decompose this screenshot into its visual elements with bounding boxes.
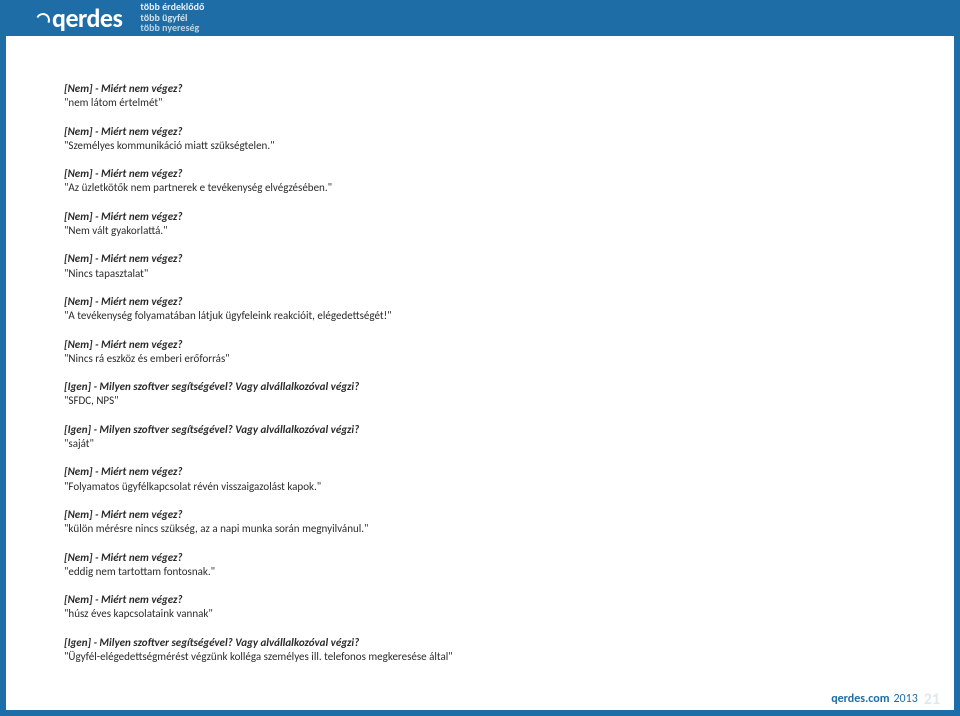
content-area: [Nem] - Miért nem végez? "nem látom érte… bbox=[6, 44, 954, 686]
qa-block: [Igen] - Milyen szoftver segítségével? V… bbox=[64, 423, 896, 452]
qa-question: [Nem] - Miért nem végez? bbox=[64, 551, 896, 565]
brand-name: qerdes bbox=[52, 2, 122, 34]
qa-block: [Nem] - Miért nem végez? "eddig nem tart… bbox=[64, 551, 896, 580]
qa-answer: "nem látom értelmét" bbox=[64, 96, 896, 110]
qa-question: [Nem] - Miért nem végez? bbox=[64, 82, 896, 96]
qa-block: [Nem] - Miért nem végez? "húsz éves kapc… bbox=[64, 593, 896, 622]
qa-question: [Nem] - Miért nem végez? bbox=[64, 338, 896, 352]
qa-question: [Nem] - Miért nem végez? bbox=[64, 252, 896, 266]
qa-block: [Igen] - Milyen szoftver segítségével? V… bbox=[64, 636, 896, 665]
qa-question: [Igen] - Milyen szoftver segítségével? V… bbox=[64, 423, 896, 437]
qa-block: [Nem] - Miért nem végez? "Az üzletkötők … bbox=[64, 167, 896, 196]
footer-page-number: 21 bbox=[924, 690, 940, 709]
qa-answer: "saját" bbox=[64, 437, 896, 451]
qa-question: [Igen] - Milyen szoftver segítségével? V… bbox=[64, 636, 896, 650]
qa-answer: "Nincs rá eszköz és emberi erőforrás" bbox=[64, 352, 896, 366]
qa-answer: "SFDC, NPS" bbox=[64, 394, 896, 408]
qa-answer: "Az üzletkötők nem partnerek e tevékenys… bbox=[64, 181, 896, 195]
qa-question: [Nem] - Miért nem végez? bbox=[64, 167, 896, 181]
qa-block: [Nem] - Miért nem végez? "Folyamatos ügy… bbox=[64, 465, 896, 494]
qa-answer: "A tevékenység folyamatában látjuk ügyfe… bbox=[64, 309, 896, 323]
tagline-line-3: több nyereség bbox=[140, 23, 204, 34]
qa-answer: "külön mérésre nincs szükség, az a napi … bbox=[64, 522, 896, 536]
brand-logo: qerdes bbox=[36, 2, 122, 34]
footer-year: 2013 bbox=[893, 692, 917, 706]
header-band: qerdes több érdeklődő több ügyfél több n… bbox=[6, 0, 954, 36]
qa-answer: "Nincs tapasztalat" bbox=[64, 267, 896, 281]
qa-block: [Nem] - Miért nem végez? "Nincs rá eszkö… bbox=[64, 338, 896, 367]
footer-text: qerdes.com 2013 bbox=[831, 692, 918, 706]
qa-answer: "eddig nem tartottam fontosnak." bbox=[64, 565, 896, 579]
qa-question: [Nem] - Miért nem végez? bbox=[64, 465, 896, 479]
footer: qerdes.com 2013 21 bbox=[6, 688, 954, 710]
qa-answer: "Ügyfél-elégedettségmérést végzünk kollé… bbox=[64, 650, 896, 664]
qa-question: [Nem] - Miért nem végez? bbox=[64, 295, 896, 309]
page-frame: qerdes több érdeklődő több ügyfél több n… bbox=[0, 0, 960, 716]
qa-block: [Nem] - Miért nem végez? "Személyes komm… bbox=[64, 125, 896, 154]
qa-answer: "Személyes kommunikáció miatt szükségtel… bbox=[64, 139, 896, 153]
tagline-box: több érdeklődő több ügyfél több nyereség bbox=[140, 2, 204, 34]
qa-block: [Nem] - Miért nem végez? "Nem vált gyako… bbox=[64, 210, 896, 239]
qa-block: [Nem] - Miért nem végez? "nem látom érte… bbox=[64, 82, 896, 111]
qa-answer: "Nem vált gyakorlattá." bbox=[64, 224, 896, 238]
qa-question: [Nem] - Miért nem végez? bbox=[64, 125, 896, 139]
qa-block: [Igen] - Milyen szoftver segítségével? V… bbox=[64, 380, 896, 409]
qa-block: [Nem] - Miért nem végez? "Nincs tapaszta… bbox=[64, 252, 896, 281]
qa-question: [Igen] - Milyen szoftver segítségével? V… bbox=[64, 380, 896, 394]
footer-brand: qerdes.com bbox=[831, 692, 889, 706]
qa-block: [Nem] - Miért nem végez? "A tevékenység … bbox=[64, 295, 896, 324]
qa-question: [Nem] - Miért nem végez? bbox=[64, 210, 896, 224]
qa-question: [Nem] - Miért nem végez? bbox=[64, 508, 896, 522]
qa-answer: "húsz éves kapcsolataink vannak" bbox=[64, 607, 896, 621]
qa-question: [Nem] - Miért nem végez? bbox=[64, 593, 896, 607]
qa-block: [Nem] - Miért nem végez? "külön mérésre … bbox=[64, 508, 896, 537]
logo-arc-icon bbox=[34, 11, 52, 29]
qa-answer: "Folyamatos ügyfélkapcsolat révén vissza… bbox=[64, 480, 896, 494]
